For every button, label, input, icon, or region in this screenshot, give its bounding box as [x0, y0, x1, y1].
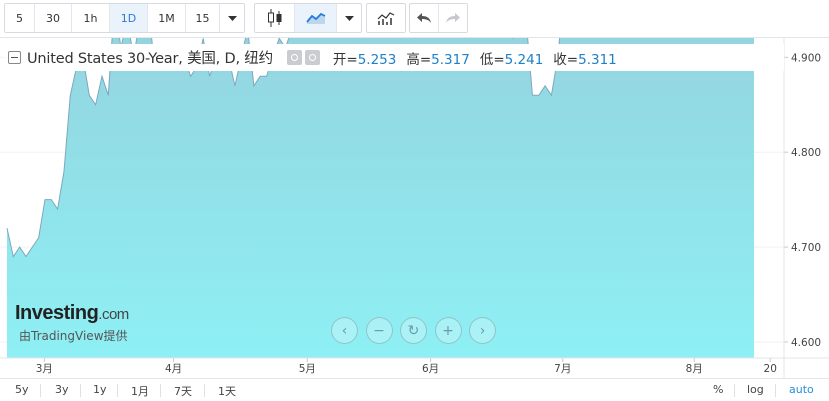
y-tick-label: 4.900	[791, 52, 821, 64]
logo-suffix: .com	[98, 306, 129, 323]
redo-button[interactable]	[439, 4, 467, 32]
x-tick-label: 4月	[165, 363, 182, 375]
interval-group: 5 30 1h 1D 1M 15	[4, 3, 245, 33]
percent-scale-button[interactable]: %	[713, 383, 723, 396]
area-chart-icon	[305, 12, 325, 24]
log-scale-button[interactable]: log	[747, 383, 764, 396]
x-tick-label: 5月	[299, 363, 316, 375]
scroll-right-icon[interactable]: ›	[469, 317, 496, 344]
bottom-bar: 5y 3y 1y 1月 7天 1天 % log auto	[0, 378, 829, 401]
logo-brand: Investing	[15, 302, 99, 324]
candlestick-button[interactable]	[255, 4, 295, 32]
range-5y[interactable]: 5y	[15, 383, 29, 396]
collapse-legend-icon[interactable]	[8, 51, 21, 64]
interval-1m[interactable]: 1M	[148, 4, 186, 32]
caret-down-icon	[344, 15, 354, 21]
range-divider	[160, 384, 161, 397]
undo-icon	[417, 13, 431, 23]
y-tick-label: 4.600	[791, 337, 821, 349]
investing-watermark: Investing.com 由TradingView提供	[15, 302, 129, 344]
high-label: 高=	[406, 51, 432, 68]
x-tick-label: 7月	[554, 363, 571, 375]
interval-15[interactable]: 15	[186, 4, 220, 32]
caret-down-icon	[227, 15, 237, 21]
top-toolbar: 5 30 1h 1D 1M 15	[0, 0, 829, 38]
interval-30[interactable]: 30	[35, 4, 72, 32]
legend-actions	[286, 50, 323, 65]
close-value: 收=5.311	[553, 48, 616, 68]
close-number: 5.311	[578, 51, 617, 68]
settings-icon[interactable]	[286, 50, 302, 65]
interval-dropdown[interactable]	[220, 4, 244, 32]
zoom-out-icon[interactable]: −	[365, 317, 393, 344]
interval-1d[interactable]: 1D	[110, 4, 148, 32]
range-1d[interactable]: 1天	[218, 383, 236, 399]
indicators-icon	[377, 12, 395, 25]
auto-scale-button[interactable]: auto	[789, 383, 814, 396]
price-axis[interactable]: 4.6004.7004.8004.9005.0005.1005.2005.311…	[784, 0, 826, 349]
range-divider	[80, 384, 81, 397]
range-divider	[117, 384, 118, 397]
low-value: 低=5.241	[480, 48, 543, 68]
x-tick-label: 8月	[686, 363, 703, 375]
chart-style-group	[254, 3, 362, 33]
chart-style-dropdown[interactable]	[337, 4, 361, 32]
low-number: 5.241	[504, 51, 544, 68]
interval-1h[interactable]: 1h	[72, 4, 110, 32]
range-1y[interactable]: 1y	[93, 383, 107, 396]
open-label: 开=	[332, 51, 358, 68]
tradingview-credit: 由TradingView提供	[19, 329, 128, 343]
high-number: 5.317	[431, 51, 470, 68]
chart-nav-controls: ‹ − ↻ + ›	[331, 317, 504, 344]
range-1m[interactable]: 1月	[131, 383, 149, 399]
indicators-group	[366, 3, 406, 33]
zoom-in-icon[interactable]: +	[434, 317, 462, 344]
time-axis[interactable]: 3月 4月 5月 6月 7月 8月 20	[36, 358, 777, 375]
history-group	[409, 3, 468, 33]
range-3y[interactable]: 3y	[55, 383, 69, 396]
open-value: 开=5.253	[333, 48, 396, 68]
range-divider	[40, 384, 41, 397]
redo-icon	[446, 13, 460, 23]
scale-divider	[775, 384, 776, 397]
y-tick-label: 4.800	[791, 147, 821, 159]
x-tick-label: 3月	[36, 363, 53, 375]
symbol-title: United States 30-Year, 美国, D, 纽约	[27, 51, 273, 67]
y-tick-label: 4.700	[791, 242, 821, 254]
interval-5[interactable]: 5	[5, 4, 35, 32]
x-tick-label: 6月	[422, 363, 439, 375]
low-label: 低=	[479, 51, 505, 68]
candlestick-icon	[267, 9, 281, 27]
indicators-button[interactable]	[367, 4, 405, 32]
scroll-left-icon[interactable]: ‹	[331, 317, 358, 344]
close-label: 收=	[553, 51, 579, 68]
investing-logo: Investing.com	[15, 302, 129, 325]
range-7d[interactable]: 7天	[174, 383, 192, 399]
undo-button[interactable]	[410, 4, 439, 32]
reset-icon[interactable]: ↻	[400, 317, 427, 344]
x-tick-label: 20	[764, 363, 777, 375]
open-number: 5.253	[357, 51, 397, 68]
range-divider	[204, 384, 205, 397]
area-chart-button[interactable]	[295, 4, 337, 32]
high-value: 高=5.317	[406, 48, 469, 68]
legend-row: United States 30-Year, 美国, D, 纽约 开=5.253…	[4, 44, 784, 71]
scale-divider	[734, 384, 735, 397]
hide-icon[interactable]	[304, 50, 320, 65]
